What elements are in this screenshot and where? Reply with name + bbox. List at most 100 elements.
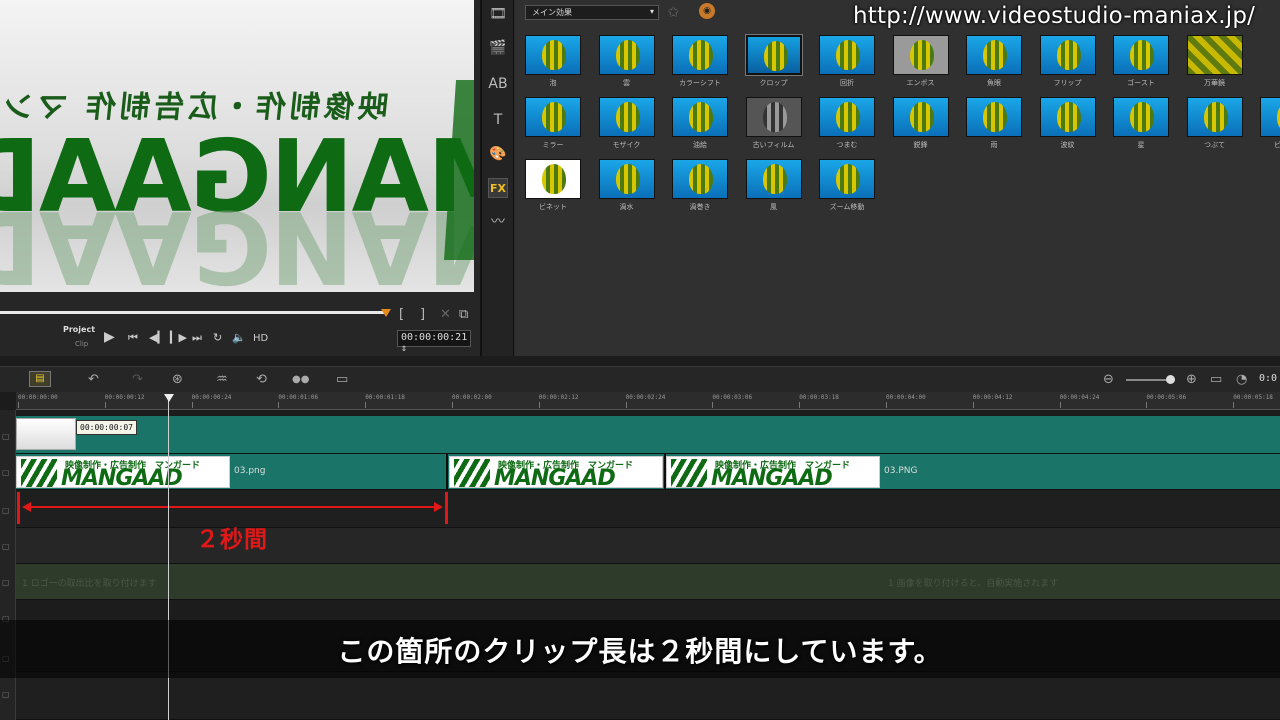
category-value: メイン効果 — [532, 8, 572, 17]
effect-item[interactable]: 星 — [1113, 97, 1169, 157]
project-mode-toggle[interactable]: Project — [63, 325, 95, 334]
effect-item[interactable]: つぶて — [1186, 97, 1243, 157]
next-frame-icon[interactable]: ▎▶ — [170, 331, 187, 344]
graphic-icon[interactable]: 🎨 — [488, 144, 508, 164]
effect-thumbnail — [1186, 35, 1243, 75]
effect-item[interactable]: 油絵 — [672, 97, 728, 157]
effect-item[interactable]: 風 — [745, 159, 802, 219]
effect-item[interactable]: つまむ — [819, 97, 875, 157]
effect-item[interactable]: 泡 — [525, 35, 581, 95]
mark-in-button[interactable]: [ — [399, 307, 404, 322]
effect-label: 回折 — [840, 79, 854, 87]
preview-screen[interactable]: 映像制作・広告制作 マン MANGAAD MANGAAD — [0, 0, 474, 292]
effect-item[interactable]: ミラー — [525, 97, 581, 157]
range-marker-end — [445, 492, 448, 524]
overlay-clip-2-thumb[interactable]: 映像制作・広告制作 マンガード MANGAAD — [449, 456, 663, 488]
music-track-2-icon[interactable]: ▢ — [2, 690, 14, 700]
path-icon[interactable]: 〰 — [488, 212, 508, 232]
effect-item[interactable]: 回折 — [819, 35, 875, 95]
chevron-down-icon: ▾ — [649, 7, 654, 16]
playhead-handle[interactable] — [164, 394, 174, 402]
effect-thumbnail — [966, 35, 1022, 75]
mangaad-logo-icon — [21, 459, 57, 487]
effect-thumbnail — [892, 35, 949, 75]
zoom-out-icon[interactable]: ⊖ — [1103, 372, 1114, 387]
timeline-ruler[interactable]: 00:00:00:00 00:00:00:12 00:00:00:24 00:00:0… — [16, 392, 1280, 410]
effect-item[interactable]: カラーシフト — [672, 35, 728, 95]
video-track-icon[interactable]: ▢ — [2, 432, 14, 442]
effect-item[interactable]: 古いフィルム — [745, 97, 802, 157]
auto-music-icon[interactable]: ⟲ — [256, 372, 267, 387]
media-icon[interactable]: 🎞 — [488, 4, 508, 24]
clip-brand-text: MANGAAD — [61, 466, 183, 488]
title-track[interactable] — [16, 564, 1280, 600]
effect-item[interactable]: 雨 — [966, 97, 1022, 157]
effect-item[interactable]: 魚眼 — [966, 35, 1022, 95]
effect-thumbnail — [525, 159, 581, 199]
hd-preview-toggle[interactable]: HD — [253, 333, 268, 344]
repeat-icon[interactable]: ↻ — [213, 331, 222, 344]
end-icon[interactable]: ⏭ — [192, 331, 202, 345]
scrubber-handle[interactable] — [381, 309, 391, 317]
effect-label: クロップ — [759, 79, 788, 87]
mark-out-button[interactable]: ] — [420, 307, 425, 322]
undo-icon[interactable]: ↶ — [88, 372, 99, 387]
enlarge-preview-icon[interactable]: ⧉ — [459, 307, 468, 322]
instant-project-icon[interactable]: 🎬 — [488, 38, 508, 58]
effect-item[interactable]: 渦巻き — [672, 159, 728, 219]
motion-tracking-icon[interactable]: ●● — [292, 374, 309, 385]
fx-icon[interactable]: FX — [488, 178, 508, 198]
preview-scrubber[interactable] — [0, 311, 386, 314]
effect-item[interactable]: ズーム移動 — [819, 159, 875, 219]
effect-item[interactable]: 渦水 — [598, 159, 655, 219]
clip-mode-toggle[interactable]: Clip — [75, 340, 88, 348]
play-icon[interactable]: ▶ — [104, 329, 115, 345]
range-duration-label: ２秒間 — [196, 527, 268, 553]
effect-item[interactable]: エンボス — [892, 35, 949, 95]
overlay-clip-3-thumb[interactable]: 映像制作・広告制作 マンガード MANGAAD — [666, 456, 880, 488]
timeline-toolbar: ▤ ↶ ↷ ⊛ ♒ ⟲ ●● ▭ ⊖ ⊕ ▭ ◔ 0:0 — [0, 366, 1280, 392]
record-capture-icon[interactable]: ⊛ — [172, 372, 183, 387]
effect-item[interactable]: ビデオの — [1260, 97, 1280, 157]
previous-frame-icon[interactable]: ◀▎ — [149, 331, 166, 344]
effect-thumbnail — [525, 97, 581, 137]
title-track-icon[interactable]: ▢ — [2, 578, 14, 588]
effect-thumbnail — [1039, 97, 1096, 137]
effect-item[interactable]: ビネット — [525, 159, 581, 219]
filter-icon[interactable]: ◉ — [699, 3, 715, 19]
overlay-track-2-icon[interactable]: ▢ — [2, 506, 14, 516]
zoom-slider-handle[interactable] — [1166, 375, 1175, 384]
effect-item[interactable]: モザイク — [598, 97, 655, 157]
effect-item[interactable]: クロップ — [744, 34, 803, 95]
storyboard-view-icon[interactable]: ▤ — [29, 371, 51, 387]
effect-label: 波紋 — [1060, 141, 1075, 149]
add-favorite-icon[interactable]: ✩ — [667, 3, 680, 21]
effect-item[interactable]: 万華鏡 — [1186, 35, 1243, 95]
fit-project-icon[interactable]: ▭ — [1210, 372, 1222, 387]
sound-mixer-icon[interactable]: ♒ — [216, 372, 228, 387]
video-track[interactable] — [16, 416, 1280, 454]
effect-thumbnail — [819, 97, 875, 137]
overlay-track-icon[interactable]: ▢ — [2, 468, 14, 478]
library-content: メイン効果 ▾ ✩ ◉ http://www.videostudio-mania… — [515, 0, 1280, 356]
split-clip-icon[interactable]: ✕ — [440, 307, 451, 322]
overlay-clip-1-thumb[interactable]: 映像制作・広告制作 マンガード MANGAAD — [16, 456, 230, 488]
zoom-in-icon[interactable]: ⊕ — [1186, 372, 1197, 387]
effect-item[interactable]: ゴースト — [1113, 35, 1169, 95]
home-icon[interactable]: ⏮ — [128, 331, 138, 345]
transition-icon[interactable]: AB — [488, 74, 508, 94]
effect-item[interactable]: 雲 — [598, 35, 655, 95]
category-select[interactable]: メイン効果 ▾ — [525, 5, 659, 20]
volume-icon[interactable]: 🔈 — [232, 331, 246, 344]
title-icon[interactable]: T — [488, 110, 508, 130]
subtitle-editor-icon[interactable]: ▭ — [336, 372, 348, 387]
music-track[interactable] — [16, 672, 1280, 720]
effect-item[interactable]: 波紋 — [1039, 97, 1096, 157]
overlay-track-3-icon[interactable]: ▢ — [2, 542, 14, 552]
white-color-clip[interactable] — [16, 418, 76, 450]
effect-item[interactable]: フリップ — [1039, 35, 1096, 95]
redo-icon[interactable]: ↷ — [132, 372, 143, 387]
timecode-field[interactable]: 00:00:00:21 ⇕ — [397, 330, 471, 354]
effect-item[interactable]: 鋭鋒 — [892, 97, 949, 157]
effect-label: フリップ — [1053, 79, 1082, 87]
